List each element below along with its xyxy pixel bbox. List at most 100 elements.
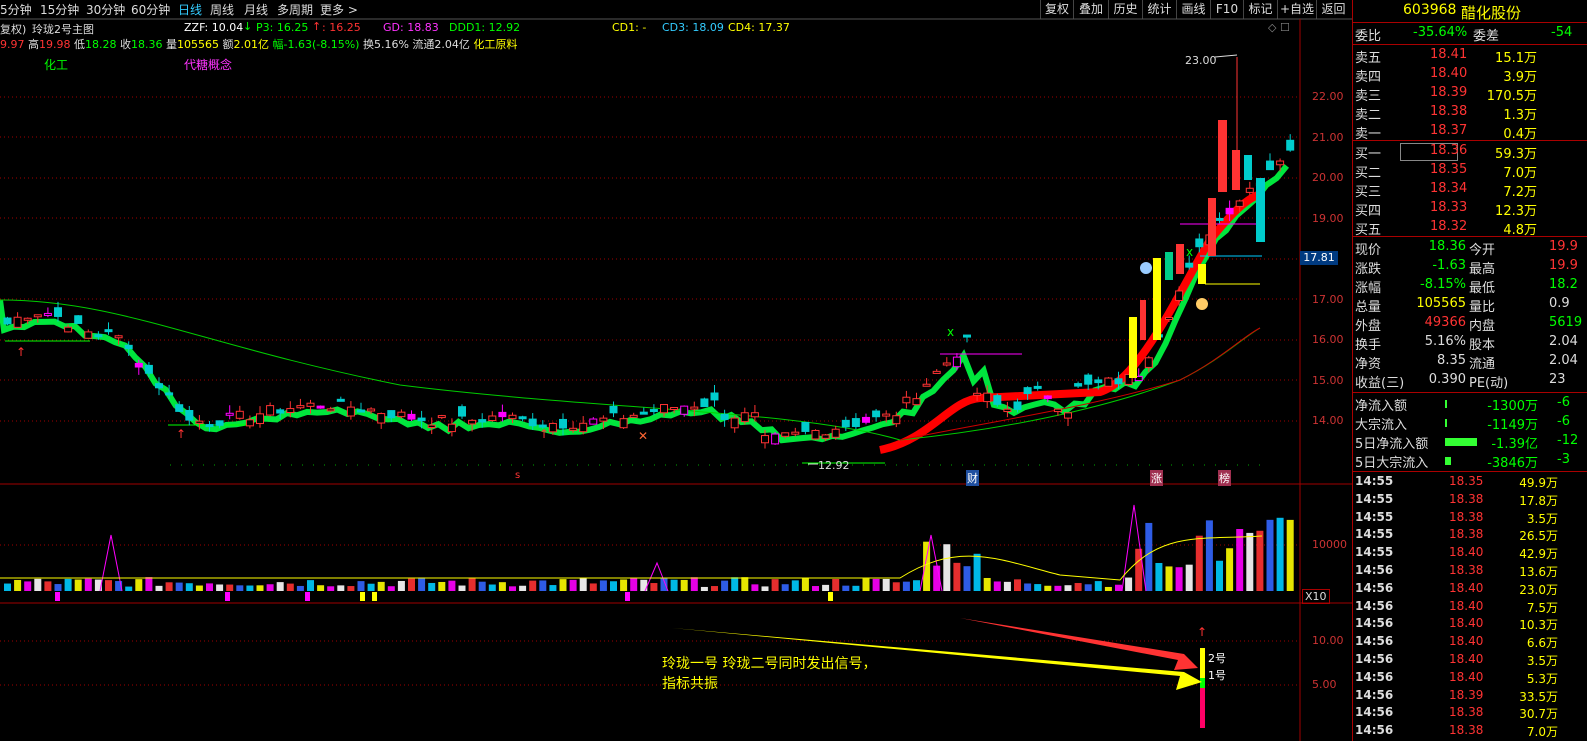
- ask-row[interactable]: 卖四 18.40 3.9万: [1353, 66, 1587, 85]
- candle: [892, 415, 901, 425]
- volume-bar: [963, 566, 971, 591]
- candle: [478, 419, 487, 423]
- stat-label: 流通: [1469, 357, 1496, 372]
- candle: [973, 392, 982, 396]
- tick-row: 14:56 18.39 33.5万: [1353, 688, 1587, 706]
- volume-bar: [397, 580, 405, 591]
- volume-bar: [1074, 583, 1082, 591]
- candle: [1013, 401, 1022, 410]
- candle: [1129, 317, 1137, 378]
- volume-bar: [377, 581, 385, 591]
- event-mark-limit-up[interactable]: 涨: [1150, 470, 1163, 486]
- tick-volume: 7.5万: [1526, 600, 1558, 615]
- stat-label: 量比: [1469, 300, 1496, 315]
- tick-volume: 6.6万: [1526, 636, 1558, 651]
- volume-bar: [711, 586, 718, 591]
- volume-tick: [225, 592, 230, 601]
- price-axis-label: 21.00: [1312, 131, 1344, 144]
- candle: [649, 409, 658, 413]
- ask-price: 18.40: [1430, 66, 1468, 81]
- stat-label: 现价: [1355, 243, 1382, 258]
- tick-row: 14:56 18.40 23.0万: [1353, 581, 1587, 599]
- ask-row[interactable]: 卖五 18.41 15.1万: [1353, 47, 1587, 66]
- bid-row[interactable]: 买一 18.36 59.3万: [1353, 143, 1587, 162]
- candle: [437, 415, 446, 419]
- tick-time: 14:56: [1355, 723, 1394, 738]
- event-mark-s[interactable]: s: [515, 470, 520, 481]
- tick-row: 14:56 18.40 3.5万: [1353, 652, 1587, 670]
- ball-icon: [1140, 262, 1152, 274]
- candle: [3, 317, 12, 325]
- candle: [1198, 264, 1206, 284]
- stat-label: 今开: [1469, 243, 1496, 258]
- candle: [579, 422, 588, 433]
- low-price-label: 12.92: [818, 459, 850, 472]
- volume-bar: [842, 585, 850, 591]
- event-mark-list[interactable]: 榜: [1218, 470, 1231, 486]
- candle: [1003, 408, 1012, 413]
- candle: [801, 421, 810, 432]
- tick-time: 14:56: [1355, 580, 1394, 595]
- bid-row[interactable]: 买五 18.32 4.8万: [1353, 219, 1587, 238]
- price-axis-label: 15.00: [1312, 374, 1344, 387]
- candle: [882, 413, 891, 417]
- tick-volume: 49.9万: [1519, 476, 1558, 490]
- candle: [619, 418, 628, 429]
- volume-bar: [438, 581, 446, 591]
- stat-value: 18.36: [1428, 239, 1466, 254]
- flow-extra: -3: [1557, 452, 1570, 467]
- volume-bar: [357, 581, 365, 591]
- candle: [1064, 412, 1072, 419]
- buy-signal-icon: ↑: [16, 345, 26, 359]
- candle: [730, 417, 739, 429]
- ask-row[interactable]: 卖二 18.38 1.3万: [1353, 104, 1587, 123]
- tick-volume: 33.5万: [1519, 689, 1558, 704]
- stat-value: -1.63: [1432, 258, 1466, 273]
- volume-bar: [771, 579, 779, 591]
- sell-signal-icon: x: [947, 325, 954, 339]
- candle: [1244, 155, 1252, 180]
- tick-price: 18.38: [1449, 563, 1484, 577]
- stat-row: 换手 5.16% 股本 2.04: [1353, 334, 1587, 353]
- tick-time: 14:55: [1355, 491, 1394, 506]
- candle: [569, 427, 578, 431]
- tick-time: 14:56: [1355, 563, 1394, 577]
- candle: [872, 410, 881, 418]
- money-bag-icon: [1196, 298, 1208, 310]
- ask-row[interactable]: 卖三 18.39 170.5万: [1353, 85, 1587, 104]
- flow-label: 5日大宗流入: [1355, 456, 1429, 471]
- volume-bar: [105, 580, 112, 591]
- flow-bar: [1445, 419, 1447, 427]
- fund-flow-row: 5日净流入额 -1.39亿 -12: [1353, 433, 1587, 452]
- stock-name: 醋化股份: [1461, 4, 1522, 22]
- tick-price: 18.40: [1449, 598, 1484, 613]
- ask-row[interactable]: 卖一 18.37 0.4万: [1353, 123, 1587, 142]
- volume-bar: [337, 585, 345, 591]
- peak-price-label: 23.00: [1185, 54, 1217, 67]
- candle: [397, 411, 406, 418]
- volume-bar: [24, 581, 32, 591]
- bid-row[interactable]: 买三 18.34 7.2万: [1353, 181, 1587, 200]
- bid-row[interactable]: 买四 18.33 12.3万: [1353, 200, 1587, 219]
- volume-bar: [630, 577, 638, 591]
- flow-value: -1149万: [1487, 418, 1538, 433]
- flow-extra: -6: [1557, 395, 1570, 410]
- candle: [336, 398, 345, 402]
- volume-bars: [0, 504, 1294, 601]
- signal-bar-base: [1200, 688, 1205, 728]
- fund-flow-row: 净流入额 -1300万 -6: [1353, 395, 1587, 414]
- volume-bar: [458, 585, 466, 591]
- event-mark-finance[interactable]: 财: [966, 470, 979, 486]
- volume-bar: [347, 586, 355, 591]
- candle: [1215, 217, 1224, 221]
- tick-time: 14:56: [1355, 687, 1394, 702]
- volume-bar: [216, 584, 224, 591]
- bid-row[interactable]: 买二 18.35 7.0万: [1353, 162, 1587, 181]
- kline-chart[interactable]: ↑ ↑ ↑ ↑ x x ✕: [0, 0, 1352, 741]
- tick-row: 14:55 18.40 42.9万: [1353, 545, 1587, 563]
- tick-time: 14:56: [1355, 652, 1394, 666]
- ask-label: 卖二: [1355, 108, 1382, 123]
- ask-volume: 3.9万: [1503, 70, 1537, 85]
- volume-bar: [923, 541, 931, 591]
- stat-row: 涨跌 -1.63 最高 19.9: [1353, 258, 1587, 277]
